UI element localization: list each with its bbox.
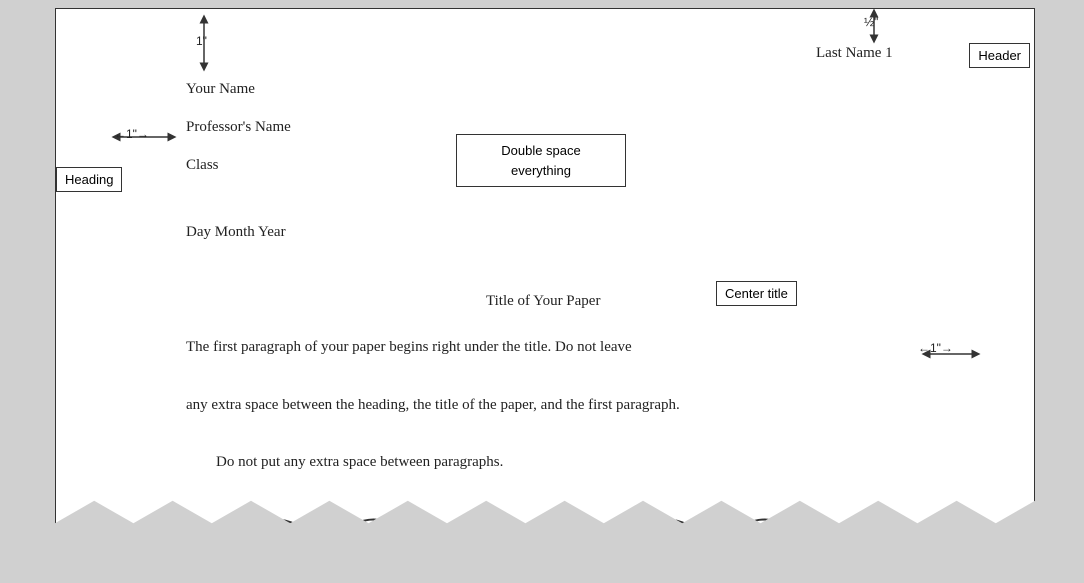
half-margin-label: ½" bbox=[864, 15, 878, 29]
heading-box: Heading bbox=[56, 167, 122, 192]
class: Class bbox=[186, 157, 219, 174]
paragraph-3: Do not put any extra space between parag… bbox=[216, 454, 503, 471]
wavy-bottom bbox=[56, 507, 1034, 567]
right-margin-label: ←1"→ bbox=[918, 341, 953, 355]
center-title-box: Center title bbox=[716, 281, 797, 306]
double-space-label: Double spaceeverything bbox=[501, 143, 581, 178]
professors-name: Professor's Name bbox=[186, 119, 291, 136]
date: Day Month Year bbox=[186, 224, 286, 241]
paper-page: 1" ½" ←1"→ ←1"→ Header Last Name 1 Headi… bbox=[55, 8, 1035, 568]
header-box: Header bbox=[969, 43, 1030, 68]
left-margin-label: ←1"→ bbox=[114, 127, 149, 141]
top-margin-label: 1" bbox=[196, 34, 207, 48]
your-name: Your Name bbox=[186, 81, 255, 98]
double-space-box: Double spaceeverything bbox=[456, 134, 626, 187]
paragraph-1: The first paragraph of your paper begins… bbox=[186, 339, 632, 356]
last-name-page: Last Name 1 bbox=[816, 45, 893, 62]
paper-title: Title of Your Paper bbox=[486, 293, 600, 310]
paragraph-2: any extra space between the heading, the… bbox=[186, 397, 680, 414]
